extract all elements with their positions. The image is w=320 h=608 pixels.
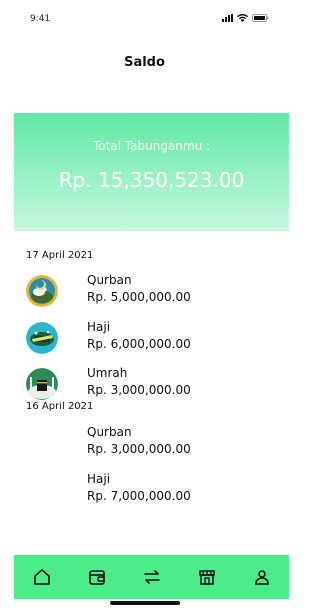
wifi-icon [237,14,248,22]
transaction-row[interactable]: Qurban Rp. 3,000,000.00 [26,425,276,465]
battery-icon [252,14,269,22]
date-header: 16 April 2021 [26,401,94,412]
transaction-name: Qurban [87,425,132,439]
haji-avatar-icon [26,322,58,354]
home-icon[interactable] [25,560,59,594]
store-icon[interactable] [190,560,224,594]
transfer-icon[interactable] [135,560,169,594]
transaction-row[interactable]: Haji Rp. 6,000,000.00 [26,320,276,360]
transaction-name: Umrah [87,366,128,380]
date-header: 17 April 2021 [26,250,94,261]
status-time: 9:41 [30,14,51,24]
status-icons [222,14,269,22]
home-indicator [110,601,180,605]
qurban-avatar-icon [26,275,58,307]
transaction-amount: Rp. 3,000,000.00 [87,442,191,456]
total-savings-card: Total Tabunganmu : Rp. 15,350,523.00 [14,113,289,231]
transaction-amount: Rp. 3,000,000.00 [87,383,191,397]
transaction-amount: Rp. 7,000,000.00 [87,489,191,503]
transaction-amount: Rp. 5,000,000.00 [87,290,191,304]
transaction-name: Qurban [87,273,132,287]
page-title: Saldo [124,55,165,70]
transaction-row[interactable]: Umrah Rp. 3,000,000.00 [26,366,276,406]
profile-icon[interactable] [245,560,279,594]
transaction-row[interactable]: Haji Rp. 7,000,000.00 [26,472,276,512]
transaction-amount: Rp. 6,000,000.00 [87,337,191,351]
transaction-name: Haji [87,472,111,486]
status-bar: 9:41 [0,0,289,40]
total-savings-label: Total Tabunganmu : [92,139,211,153]
bottom-nav [14,555,289,599]
total-savings-value: Rp. 15,350,523.00 [58,168,245,192]
signal-icon [222,14,233,22]
umrah-avatar-icon [26,368,58,400]
transaction-row[interactable]: Qurban Rp. 5,000,000.00 [26,273,276,313]
wallet-icon[interactable] [80,560,114,594]
transaction-name: Haji [87,320,111,334]
